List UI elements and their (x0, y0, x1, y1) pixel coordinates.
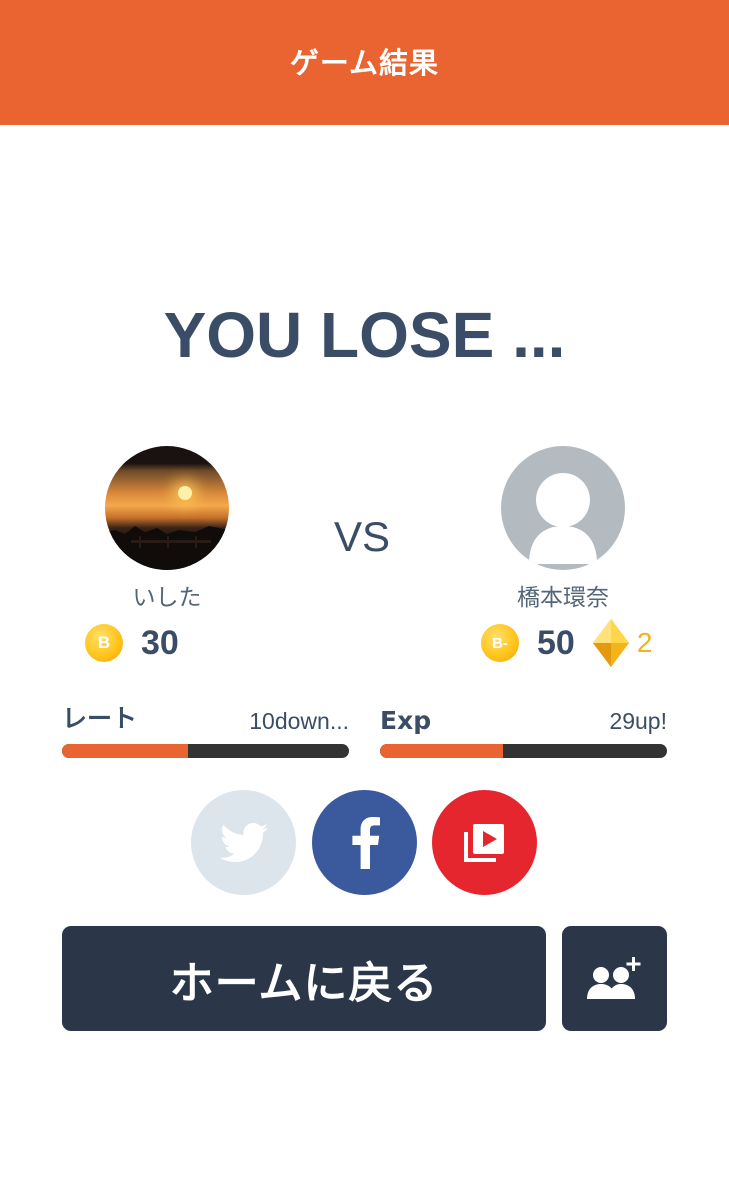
coin-icon: B (85, 624, 123, 662)
rate-meter: レート 10down... (62, 697, 349, 758)
player-left-stats: B 30 (85, 618, 179, 668)
sun-decoration (178, 486, 192, 500)
vs-label: VS (334, 513, 391, 560)
exp-progress-fill (380, 744, 504, 758)
exp-meter: Exp 29up! (380, 697, 667, 758)
header-bar: ゲーム結果 (0, 0, 729, 125)
player-right-gem-count: 2 (636, 627, 653, 658)
page-title: ゲーム結果 (289, 45, 440, 80)
default-user-icon (529, 473, 597, 564)
facebook-icon (351, 816, 380, 869)
facebook-share-button[interactable] (312, 790, 417, 895)
rate-label: レート (62, 704, 138, 733)
player-left: いした (67, 446, 267, 611)
video-share-button[interactable] (432, 790, 537, 895)
player-right-stats: B- 50 2 (481, 618, 652, 668)
player-right-coin-value: 50 (537, 623, 575, 662)
exp-label: Exp (380, 706, 432, 735)
rate-progress-fill (62, 744, 189, 758)
add-friend-button[interactable] (562, 926, 667, 1031)
exp-value: 29up! (609, 708, 667, 734)
twitter-icon (219, 822, 268, 862)
diamond-icon (592, 619, 629, 667)
player-left-coin-value: 30 (141, 623, 179, 662)
rate-value: 10down... (249, 708, 349, 734)
video-icon (463, 823, 504, 862)
player-right-avatar[interactable] (501, 446, 625, 570)
result-text: YOU LOSE ... (163, 299, 566, 371)
coin-icon: B- (481, 624, 519, 662)
add-friend-icon (586, 956, 640, 999)
player-right: 橋本環奈 (463, 446, 663, 611)
twitter-share-button[interactable] (191, 790, 296, 895)
player-right-name: 橋本環奈 (517, 585, 609, 611)
exp-progress-bar (380, 744, 667, 758)
player-left-name: いした (132, 585, 202, 611)
skyline-silhouette (105, 526, 229, 570)
player-left-avatar[interactable] (105, 446, 229, 570)
home-button[interactable]: ホームに戻る (62, 926, 546, 1031)
rate-progress-bar (62, 744, 349, 758)
